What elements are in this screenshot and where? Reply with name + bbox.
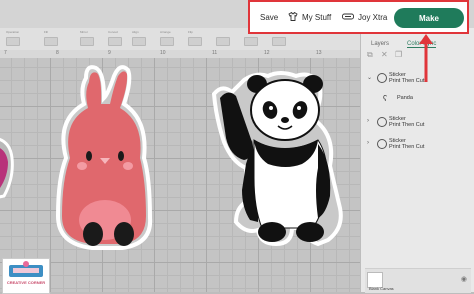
sublayer-label: Panda [397, 95, 413, 101]
ruler-number: 12 [264, 50, 270, 56]
bunny-sticker[interactable] [55, 65, 153, 250]
save-label: Save [260, 12, 279, 22]
joy-xtra-button[interactable]: Joy Xtra [342, 2, 387, 32]
fill-select[interactable] [44, 37, 58, 46]
panel-actions: ⧉ ✕ ❐ [367, 50, 467, 62]
panda-icon: ʕ [383, 94, 387, 103]
toolbar-label-curved: Curved [108, 30, 118, 34]
eye-icon[interactable]: ◉ [461, 275, 467, 283]
size-field[interactable] [216, 37, 230, 46]
my-stuff-label: My Stuff [302, 12, 332, 22]
joy-xtra-label: Joy Xtra [358, 12, 388, 22]
arrange-button[interactable] [160, 37, 174, 46]
panel-tabs: Layers Color Sync [361, 38, 474, 50]
design-canvas[interactable] [0, 58, 360, 292]
toolbar-label-operation: Operation [6, 30, 20, 34]
rotate-field[interactable] [244, 37, 258, 46]
duplicate-icon[interactable]: ❐ [395, 50, 402, 59]
make-button[interactable]: Make [394, 8, 464, 28]
sticker-icon [377, 73, 387, 83]
delete-icon[interactable]: ✕ [381, 50, 388, 59]
chevron-right-icon[interactable]: › [367, 118, 369, 124]
canvas-artwork [0, 65, 343, 250]
ruler-number: 11 [212, 50, 218, 56]
creative-corner-logo: CREATIVE CORNER [2, 258, 50, 294]
sticker-icon [377, 139, 387, 149]
toolbar-label-fill: Fill [44, 30, 48, 34]
panda-sticker[interactable] [211, 71, 343, 247]
toolbar-label-align: Align [132, 30, 139, 34]
logo-text: CREATIVE CORNER [6, 280, 46, 285]
logo-graphic [9, 261, 43, 277]
operation-select[interactable] [6, 37, 20, 46]
layer-subtitle: Print Then Cut [389, 122, 425, 128]
chevron-right-icon[interactable]: › [367, 140, 369, 146]
toolbar-label-flip: Flip [188, 30, 193, 34]
align-button[interactable] [132, 37, 146, 46]
blank-canvas-label: Blank Canvas [369, 286, 394, 291]
joy-machine-icon [342, 12, 354, 22]
layer-subtitle: Print Then Cut [389, 78, 425, 84]
flip-button[interactable] [188, 37, 202, 46]
tshirt-icon [288, 11, 298, 23]
ruler-number: 10 [160, 50, 166, 56]
ruler-number: 7 [4, 50, 7, 56]
tab-color-sync[interactable]: Color Sync [407, 41, 437, 48]
ruler-number: 13 [316, 50, 322, 56]
ruler-number: 8 [56, 50, 59, 56]
mirror-select[interactable] [80, 37, 94, 46]
chevron-down-icon[interactable]: ⌄ [367, 74, 372, 81]
blank-canvas-layer[interactable]: Blank Canvas ◉ [365, 268, 471, 293]
sticker-icon [377, 117, 387, 127]
toolbar-label-arrange: Arrange [160, 30, 171, 34]
layers-panel: Layers Color Sync ⧉ ✕ ❐ ⌄ Sticker Print … [360, 28, 474, 293]
tab-layers[interactable]: Layers [371, 41, 389, 47]
ruler-number: 9 [108, 50, 111, 56]
save-button[interactable]: Save [260, 2, 278, 32]
layer-subtitle: Print Then Cut [389, 144, 425, 150]
my-stuff-button[interactable]: My Stuff [288, 2, 331, 32]
position-field[interactable] [272, 37, 286, 46]
pink-sticker-partial[interactable] [0, 137, 14, 199]
toolbar-label-mirror: Mirror [80, 30, 88, 34]
header-actions-highlight: Save My Stuff Joy Xtra Make [248, 0, 469, 34]
curve-button[interactable] [108, 37, 122, 46]
group-icon[interactable]: ⧉ [367, 50, 373, 60]
